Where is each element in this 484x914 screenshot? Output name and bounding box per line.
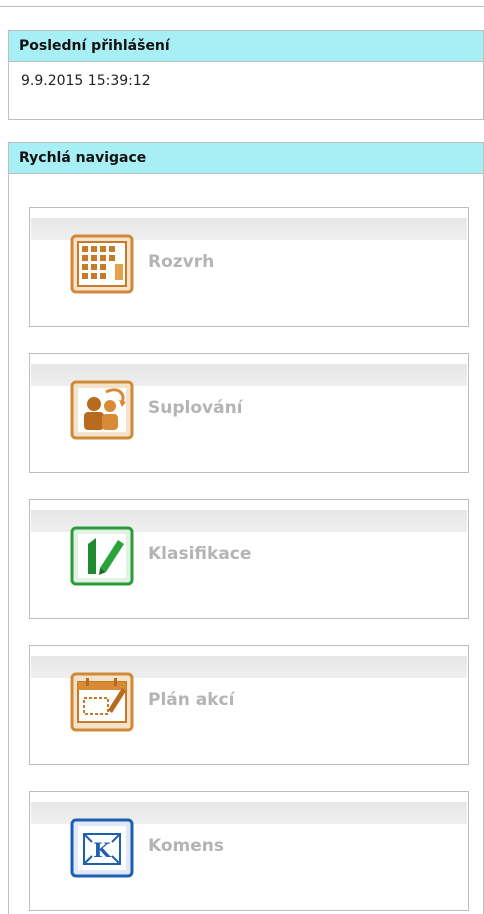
komens-icon: K — [70, 818, 134, 878]
quick-nav-header: Rychlá navigace — [9, 143, 483, 174]
nav-tile-label: Klasifikace — [148, 544, 252, 564]
quick-nav-panel: Rychlá navigace Rozvrh Suplování Klasifi… — [8, 142, 484, 914]
nav-tile-rozvrh[interactable]: Rozvrh — [29, 207, 469, 327]
last-login-panel: Poslední přihlášení 9.9.2015 15:39:12 — [8, 30, 484, 120]
nav-tile-label: Komens — [148, 836, 225, 856]
timetable-icon — [70, 234, 134, 294]
nav-tile-komens[interactable]: K Komens — [29, 791, 469, 911]
nav-tile-plan-akci[interactable]: Plán akcí — [29, 645, 469, 765]
last-login-header: Poslední přihlášení — [9, 31, 483, 62]
last-login-datetime: 9.9.2015 15:39:12 — [21, 73, 151, 89]
event-plan-icon — [70, 672, 134, 732]
svg-text:K: K — [93, 838, 111, 862]
nav-tile-label: Suplování — [148, 398, 243, 418]
nav-tile-label: Plán akcí — [148, 690, 235, 710]
nav-tile-label: Rozvrh — [148, 252, 215, 272]
nav-tile-klasifikace[interactable]: Klasifikace — [29, 499, 469, 619]
nav-tile-suplovani[interactable]: Suplování — [29, 353, 469, 473]
top-divider — [0, 6, 484, 7]
substitution-icon — [70, 380, 134, 440]
grades-icon — [70, 526, 134, 586]
